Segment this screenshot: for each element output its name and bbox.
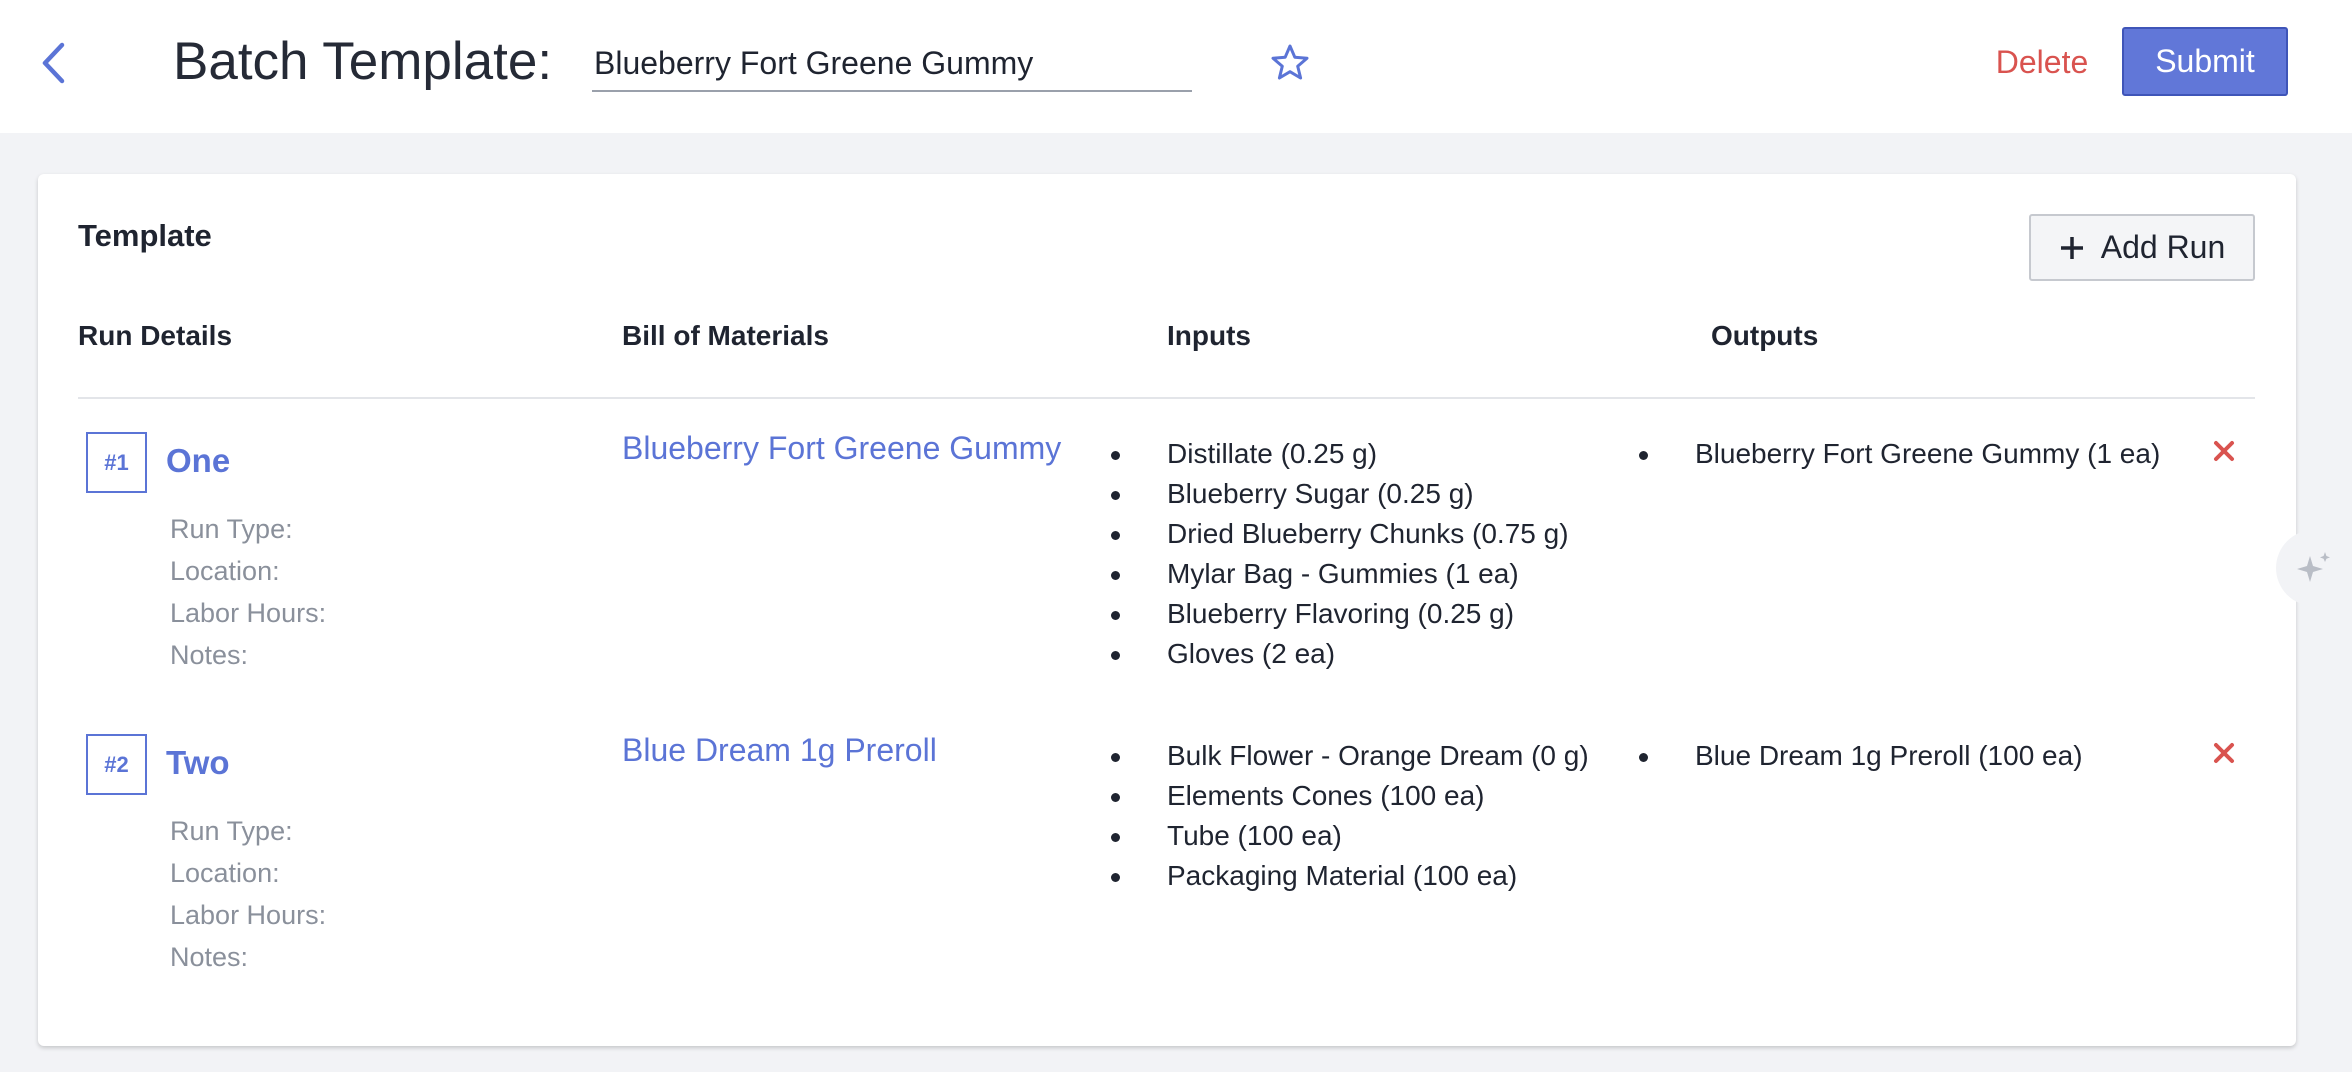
column-header-outputs: Outputs: [1711, 320, 1819, 351]
labor-hours-label: Labor Hours:: [170, 900, 327, 930]
run-name-link[interactable]: One: [166, 442, 230, 480]
input-item: Distillate (0.25 g): [1111, 434, 1569, 474]
input-item: Bulk Flower - Orange Dream (0 g): [1111, 736, 1589, 776]
back-button[interactable]: [30, 36, 76, 90]
top-bar: Batch Template: Delete Submit: [0, 0, 2352, 133]
card-title: Template: [78, 218, 212, 253]
run-number-badge: #1: [86, 432, 147, 493]
outputs-list: Blueberry Fort Greene Gummy (1 ea): [1638, 434, 2160, 474]
inputs-list: Bulk Flower - Orange Dream (0 g) Element…: [1111, 736, 1589, 896]
run-type-label: Run Type:: [170, 816, 293, 846]
input-item: Mylar Bag - Gummies (1 ea): [1111, 554, 1569, 594]
input-item: Elements Cones (100 ea): [1111, 776, 1589, 816]
assistant-button[interactable]: [2276, 530, 2352, 606]
labor-hours-label: Labor Hours:: [170, 598, 327, 628]
input-item: Blueberry Flavoring (0.25 g): [1111, 594, 1569, 634]
run-name-link[interactable]: Two: [166, 744, 230, 782]
run-number-badge: #2: [86, 734, 147, 795]
plus-icon: [2059, 235, 2085, 261]
bill-of-materials-link[interactable]: Blueberry Fort Greene Gummy: [622, 430, 1061, 467]
close-x-icon: [2214, 743, 2234, 763]
notes-label: Notes:: [170, 640, 249, 670]
close-x-icon: [2214, 441, 2234, 461]
remove-run-button[interactable]: [2206, 433, 2242, 469]
location-label: Location:: [170, 556, 280, 586]
page-title: Batch Template:: [173, 32, 553, 91]
input-item: Blueberry Sugar (0.25 g): [1111, 474, 1569, 514]
input-item: Packaging Material (100 ea): [1111, 856, 1589, 896]
input-item: Dried Blueberry Chunks (0.75 g): [1111, 514, 1569, 554]
output-item: Blueberry Fort Greene Gummy (1 ea): [1638, 434, 2160, 474]
location-label: Location:: [170, 858, 280, 888]
sparkle-icon: [2297, 552, 2330, 582]
header-divider: [78, 397, 2255, 399]
remove-run-button[interactable]: [2206, 735, 2242, 771]
column-header-bill-of-materials: Bill of Materials: [622, 320, 829, 351]
outputs-list: Blue Dream 1g Preroll (100 ea): [1639, 736, 2083, 776]
input-item: Gloves (2 ea): [1111, 634, 1569, 674]
notes-label: Notes:: [170, 942, 249, 972]
template-card: Template Add Run Run Details Bill of Mat…: [38, 174, 2296, 1046]
star-outline-icon: [1271, 44, 1309, 80]
run-type-label: Run Type:: [170, 514, 293, 544]
output-item: Blue Dream 1g Preroll (100 ea): [1639, 736, 2083, 776]
submit-button[interactable]: Submit: [2122, 27, 2288, 96]
add-run-button[interactable]: Add Run: [2029, 214, 2255, 281]
run-details-list: Run Type: Location: Labor Hours: Notes:: [170, 810, 326, 978]
add-run-label: Add Run: [2100, 229, 2226, 265]
run-details-list: Run Type: Location: Labor Hours: Notes:: [170, 508, 326, 676]
delete-button[interactable]: Delete: [1962, 36, 2122, 88]
input-item: Tube (100 ea): [1111, 816, 1589, 856]
chevron-left-icon: [42, 42, 65, 84]
column-header-run-details: Run Details: [78, 320, 233, 351]
favorite-button[interactable]: [1268, 40, 1312, 84]
template-name-input[interactable]: [592, 36, 1192, 92]
bill-of-materials-link[interactable]: Blue Dream 1g Preroll: [622, 732, 937, 769]
inputs-list: Distillate (0.25 g) Blueberry Sugar (0.2…: [1111, 434, 1569, 674]
column-header-inputs: Inputs: [1167, 320, 1251, 351]
